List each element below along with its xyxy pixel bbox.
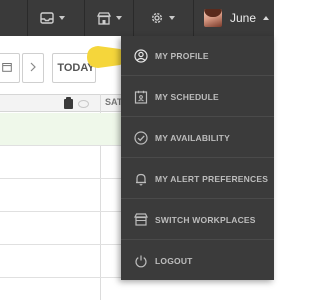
table-row[interactable] (0, 278, 274, 300)
chevron-up-icon (263, 16, 270, 20)
gear-icon (150, 11, 164, 25)
user-name: June (230, 11, 257, 25)
menu-item-my-alert-preferences[interactable]: MY ALERT PREFERENCES (121, 159, 274, 199)
chevron-down-icon (116, 16, 122, 20)
menu-item-label: MY PROFILE (155, 50, 209, 61)
clipboard-icon[interactable] (64, 97, 73, 109)
bell-icon (121, 172, 155, 186)
store-icon (121, 213, 155, 226)
menu-item-label: MY SCHEDULE (155, 91, 219, 102)
workplace-menu-button[interactable] (84, 0, 134, 36)
header-icons (64, 97, 100, 111)
avatar (204, 9, 222, 27)
menu-item-switch-workplaces[interactable]: SWITCH WORKPLACES (121, 200, 274, 240)
settings-menu-button[interactable] (133, 0, 191, 36)
top-navbar: June (0, 0, 274, 36)
user-menu-button[interactable]: June (193, 0, 274, 36)
store-icon (97, 11, 111, 25)
calendar-icon (1, 59, 12, 77)
user-dropdown-menu: MY PROFILE MY SCHEDULE MY AVAILABILITY M… (121, 36, 274, 280)
user-circle-icon (121, 48, 155, 63)
inbox-menu-button[interactable] (27, 0, 77, 36)
calendar-button[interactable] (0, 53, 20, 83)
next-week-button[interactable] (22, 53, 44, 83)
schedule-icon (121, 90, 155, 104)
comment-icon[interactable] (78, 100, 89, 108)
menu-item-label: LOGOUT (155, 256, 193, 266)
power-icon (121, 254, 155, 268)
inbox-icon (40, 12, 54, 24)
chevron-down-icon (169, 16, 175, 20)
menu-item-label: MY ALERT PREFERENCES (155, 173, 269, 184)
chevron-right-icon (30, 59, 36, 77)
menu-item-my-profile[interactable]: MY PROFILE (121, 36, 274, 76)
menu-item-my-schedule[interactable]: MY SCHEDULE (121, 77, 274, 117)
check-circle-icon (121, 130, 155, 145)
chevron-down-icon (59, 16, 65, 20)
day-header-sat: SAT (105, 97, 123, 107)
menu-item-label: MY AVAILABILITY (155, 132, 230, 143)
menu-item-my-availability[interactable]: MY AVAILABILITY (121, 118, 274, 158)
menu-item-logout[interactable]: LOGOUT (121, 241, 274, 281)
menu-item-label: SWITCH WORKPLACES (155, 214, 256, 225)
